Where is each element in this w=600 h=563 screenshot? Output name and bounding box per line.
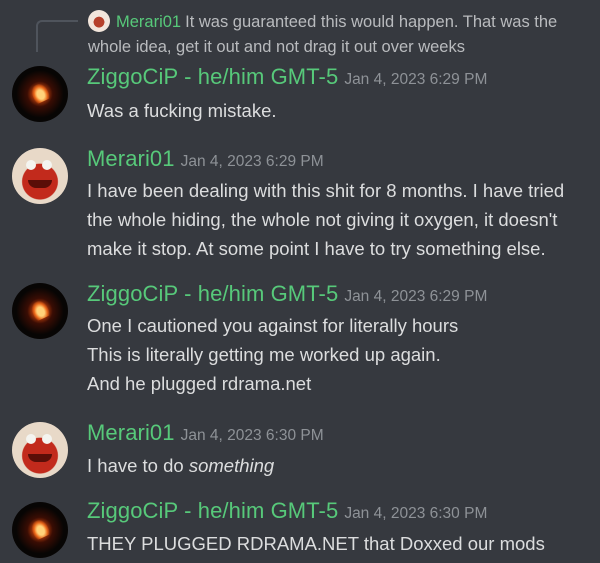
author-name[interactable]: Merari01 (87, 146, 175, 171)
reply-connector (36, 20, 78, 52)
message-content: THEY PLUGGED RDRAMA.NET that Doxxed our … (87, 529, 592, 558)
message-header: Merari01 Jan 4, 2023 6:29 PM (87, 146, 324, 172)
author-name[interactable]: Merari01 (87, 420, 175, 445)
message: ZiggoCiP - he/him GMT-5 Jan 4, 2023 6:30 … (0, 498, 600, 563)
message-content: One I cautioned you against for literall… (87, 311, 592, 398)
chat-log: Merari01 It was guaranteed this would hap… (0, 0, 600, 563)
message-text: I have to do (87, 455, 189, 476)
reply-preview[interactable]: Merari01 It was guaranteed this would hap… (0, 8, 600, 58)
timestamp: Jan 4, 2023 6:30 PM (180, 427, 324, 444)
message: Merari01 Jan 4, 2023 6:30 PM I have to do… (0, 420, 600, 488)
message-content: Was a fucking mistake. (87, 96, 592, 125)
message-line: One I cautioned you against for literall… (87, 315, 459, 336)
message-line: I have been dealing with this shit for 8… (87, 180, 565, 259)
message-line: Was a fucking mistake. (87, 100, 277, 121)
message-header: Merari01 Jan 4, 2023 6:30 PM (87, 420, 324, 446)
message-line: This is literally getting me worked up a… (87, 344, 441, 365)
avatar[interactable] (12, 66, 68, 122)
message: Merari01 Jan 4, 2023 6:29 PM I have been … (0, 142, 600, 272)
timestamp: Jan 4, 2023 6:29 PM (180, 153, 324, 170)
message-content: I have to do something (87, 451, 592, 480)
message-line: I have to do something (87, 451, 592, 480)
message-header: ZiggoCiP - he/him GMT-5 Jan 4, 2023 6:30 … (87, 498, 487, 524)
avatar[interactable] (12, 422, 68, 478)
emphasis-text: something (188, 455, 275, 476)
timestamp: Jan 4, 2023 6:30 PM (344, 505, 488, 522)
author-name[interactable]: ZiggoCiP - he/him GMT-5 (87, 64, 338, 89)
message-line: THEY PLUGGED RDRAMA.NET that Doxxed our … (87, 533, 545, 554)
timestamp: Jan 4, 2023 6:29 PM (344, 288, 488, 305)
reply-text: Merari01 It was guaranteed this would hap… (88, 10, 593, 60)
avatar[interactable] (12, 283, 68, 339)
author-name[interactable]: ZiggoCiP - he/him GMT-5 (87, 498, 338, 523)
avatar[interactable] (12, 148, 68, 204)
message: ZiggoCiP - he/him GMT-5 Jan 4, 2023 6:29 … (0, 60, 600, 128)
message-header: ZiggoCiP - he/him GMT-5 Jan 4, 2023 6:29 … (87, 64, 487, 90)
message-line: And he plugged rdrama.net (87, 373, 312, 394)
timestamp: Jan 4, 2023 6:29 PM (344, 71, 488, 88)
avatar[interactable] (12, 502, 68, 558)
message-header: ZiggoCiP - he/him GMT-5 Jan 4, 2023 6:29 … (87, 281, 487, 307)
reply-author[interactable]: Merari01 (116, 13, 181, 31)
message: ZiggoCiP - he/him GMT-5 Jan 4, 2023 6:29 … (0, 277, 600, 402)
message-content: I have been dealing with this shit for 8… (87, 176, 592, 263)
author-name[interactable]: ZiggoCiP - he/him GMT-5 (87, 281, 338, 306)
